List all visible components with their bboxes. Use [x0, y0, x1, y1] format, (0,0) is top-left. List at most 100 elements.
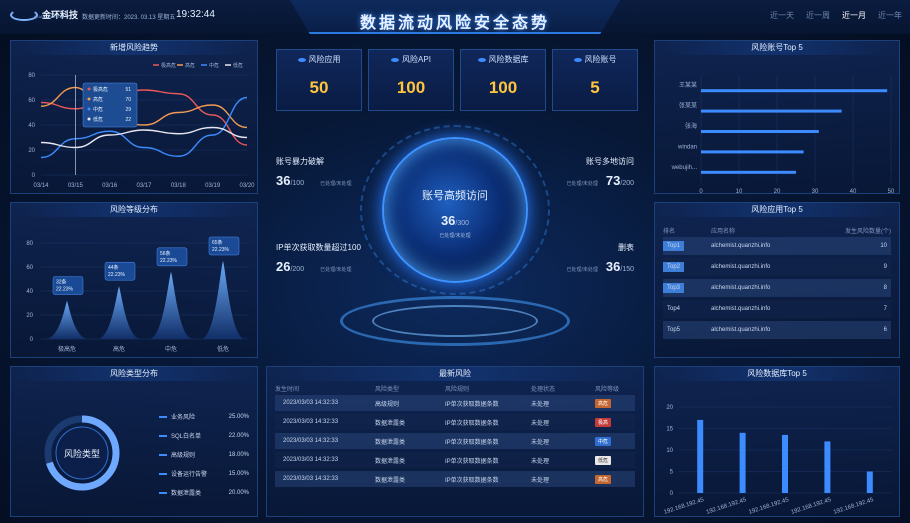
rank-label: Top5 [667, 327, 681, 333]
kpi-card-api[interactable]: 风险API 100 [368, 49, 454, 111]
kpi-value: 50 [309, 78, 329, 97]
tooltip-value: 22 [125, 117, 131, 123]
accounts-panel: 风险账号Top 5 0 10 20 30 40 50 王某某 张某某 张海 windan webuj… [654, 40, 900, 195]
account-bar [701, 89, 888, 93]
kpi-value: 100 [488, 78, 518, 97]
stat-title: 账号多地访问 [586, 157, 634, 166]
x-tick-label: 192.168.192.45 [790, 497, 832, 516]
tag-label: 高危 [595, 474, 612, 484]
x-tick-label: 03/19 [205, 183, 221, 189]
table-cell: 数据泄露类 [375, 439, 406, 446]
rank-label: Top2 [663, 262, 685, 272]
x-tick-label: 50 [888, 189, 895, 195]
series-line [40, 89, 248, 146]
x-tick-label: 高危 [113, 345, 125, 353]
stat-den: /200 [290, 266, 305, 273]
y-tick-label: 80 [26, 241, 33, 247]
types-legend-item: 数据泄露类 20.00% [159, 483, 249, 502]
kpi-dot-icon [297, 57, 306, 62]
db-bar [824, 441, 831, 493]
center-stat[interactable]: 账号高频访问 36/300 已处理/未处理 [382, 187, 528, 239]
latest-table-row[interactable]: 2023/03/03 14:32:33 数据泄露类 IP单次获取数据条数 未处理 低危 [275, 452, 635, 468]
stat-status: 已处理/未处理 [320, 267, 352, 273]
kpi-card-app[interactable]: 风险应用 50 [276, 49, 362, 111]
peak-value: 32条 [56, 279, 67, 286]
risk-count: 6 [883, 327, 887, 333]
latest-table-header: 发生时间 风险类型 风险规则 处理状态 风险等级 [275, 386, 620, 393]
account-bar [701, 170, 796, 174]
apps-title: 风险应用Top 5 [655, 203, 899, 217]
apps-table-row[interactable]: Top1 alchemist.quanzhi.info 10 [663, 237, 891, 255]
app-name: alchemist.quanzhi.info [711, 264, 771, 270]
range-tab-day[interactable]: 近一天 [770, 10, 794, 21]
tooltip-label: 低危 [93, 116, 103, 123]
apps-table-row[interactable]: Top3 alchemist.quanzhi.info 8 [663, 279, 891, 297]
level-peak [149, 271, 193, 339]
y-tick-label: 张海 [685, 122, 697, 130]
range-tab-week[interactable]: 近一周 [806, 10, 830, 21]
x-tick-label: 20 [774, 189, 781, 195]
x-tick-label: 03/20 [239, 183, 255, 189]
y-tick-label: 60 [26, 265, 33, 271]
dbs-panel: 风险数据库Top 5 0 5 10 15 20 192.168.192.45 192.168… [654, 366, 900, 517]
stat-ip-fetch[interactable]: IP单次获取数量超过100 26/200 已处理/未处理 [276, 242, 396, 282]
tag-label: 中危 [595, 436, 612, 446]
stat-brute-force[interactable]: 账号暴力破解 36/100 已处理/未处理 [276, 156, 386, 196]
stat-den: /100 [290, 180, 305, 187]
y-tick-label: 0 [32, 173, 36, 179]
latest-table-row[interactable]: 2023/03/03 14:32:33 数据泄露类 IP单次获取数据条数 未处理 极高 [275, 414, 635, 430]
db-bar [739, 432, 746, 493]
db-bar [782, 434, 788, 493]
y-tick-label: 20 [666, 405, 673, 411]
types-legend-item: 高级规则 18.00% [159, 445, 249, 464]
latest-table-row[interactable]: 2023/03/03 14:32:33 数据泄露类 IP单次获取数据条数 未处理 高危 [275, 471, 635, 487]
logo-subtext: QUAN ZH TECH [34, 14, 64, 19]
x-tick-label: 0 [699, 189, 703, 195]
account-bar [701, 109, 842, 113]
table-cell: 2023/03/03 14:32:33 [283, 457, 339, 463]
latest-table-body: 2023/03/03 14:32:33 高级规则 IP单次获取数据条数 未处理 高危 20… [267, 395, 643, 487]
y-tick-label: 10 [666, 448, 673, 454]
latest-panel: 最新风险 发生时间 风险类型 风险规则 处理状态 风险等级 2023/03/03… [266, 366, 644, 517]
table-cell: IP单次获取数据条数 [445, 401, 499, 408]
dbs-chart: 05101520192.168.192.45 192.168.192.45 192.… [663, 405, 891, 516]
kpi-dot-icon [477, 57, 486, 62]
apps-table-row[interactable]: Top2 alchemist.quanzhi.info 9 [663, 258, 891, 276]
kpi-card-account[interactable]: 风险账号 5 [552, 49, 638, 111]
table-cell: 2023/03/03 14:32:33 [283, 438, 339, 444]
x-tick-label: 03/18 [171, 183, 187, 189]
x-tick-label: 192.168.192.45 [663, 497, 705, 516]
table-cell: 数据泄露类 [375, 477, 406, 484]
risk-count: 10 [880, 243, 887, 249]
app-name: alchemist.quanzhi.info [711, 327, 771, 333]
peak-percent: 22.23% [56, 287, 74, 293]
stat-num: 36 [605, 259, 621, 274]
latest-table-row[interactable]: 2023/03/03 14:32:33 数据泄露类 IP单次获取数据条数 未处理 中危 [275, 433, 635, 449]
risk-count: 7 [883, 306, 887, 312]
risk-count: 9 [883, 264, 887, 270]
risk-level-tag: 低危 [595, 455, 635, 465]
table-cell: 数据泄露类 [375, 458, 406, 465]
table-cell: 2023/03/03 14:32:33 [283, 419, 339, 425]
range-tab-year[interactable]: 近一年 [878, 10, 902, 21]
table-cell: 未处理 [531, 401, 550, 408]
legend-swatch [159, 434, 167, 437]
levels-chart: 020406080极高危32条22.23%高危44条22.23%中危56条22.… [26, 236, 249, 353]
apps-table-row[interactable]: Top5 alchemist.quanzhi.info 6 [663, 321, 891, 339]
apps-table-row[interactable]: Top4 alchemist.quanzhi.info 7 [663, 300, 891, 318]
table-cell: 2023/03/03 14:32:33 [283, 400, 339, 406]
tag-label: 高危 [595, 398, 612, 408]
stat-title: IP单次获取数量超过100 [276, 243, 361, 252]
center-stat-status: 已处理/未处理 [439, 233, 471, 239]
stat-drop-table[interactable]: 删表 已处理/未处理 36/150 [524, 242, 634, 282]
latest-table-row[interactable]: 2023/03/03 14:32:33 高级规则 IP单次获取数据条数 未处理 高危 [275, 395, 635, 411]
tooltip-label: 中危 [93, 106, 103, 113]
types-legend-item: SQL白名单 22.00% [159, 426, 249, 445]
range-tab-month[interactable]: 近一月 [842, 10, 866, 21]
legend-label: 低危 [233, 62, 243, 69]
rank-badge: Top1 [663, 241, 711, 251]
stat-num: 26 [276, 259, 291, 274]
kpi-value: 100 [396, 78, 426, 97]
stat-multi-location[interactable]: 账号多地访问 已处理/未处理 73/200 [524, 156, 634, 196]
kpi-card-db[interactable]: 风险数据库 100 [460, 49, 546, 111]
